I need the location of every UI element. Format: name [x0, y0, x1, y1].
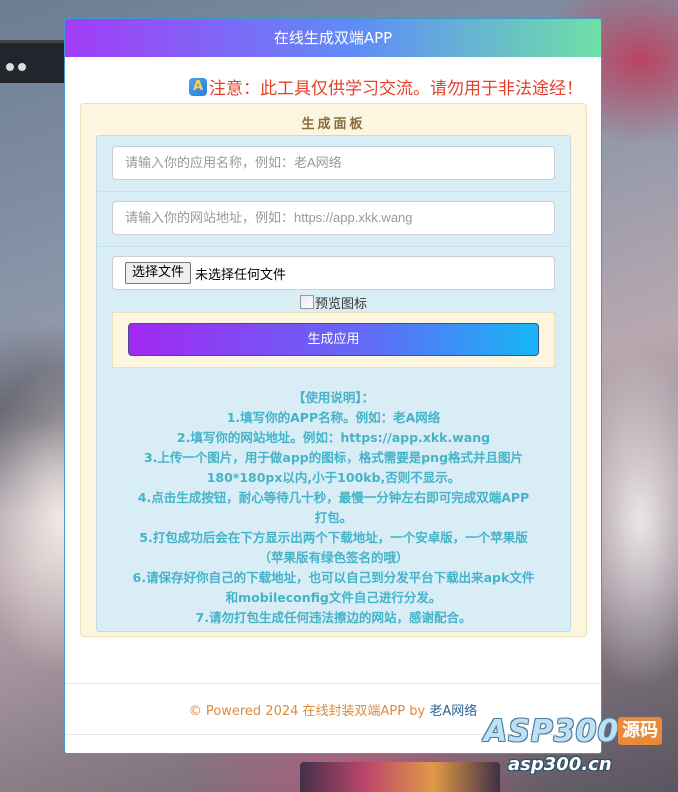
instruction-line: 和mobileconfig文件自己进行分发。 [225, 590, 442, 605]
submit-area: 生成应用 [112, 312, 555, 368]
background-keyboard [300, 762, 500, 792]
generate-app-button[interactable]: 生成应用 [128, 323, 539, 356]
watermark-url: asp300.cn [508, 754, 612, 775]
generator-card: 在线生成双端APP A 注意：此工具仅供学习交流。请勿用于非法途经！ 生成面板 … [64, 18, 602, 754]
app-name-row: 请输入你的应用名称，例如：老A网络 [97, 136, 570, 192]
broken-image-icon [299, 295, 314, 309]
footer-divider [65, 683, 601, 684]
background-monitor [0, 40, 70, 83]
icon-file-input[interactable]: 选择文件 未选择任何文件 [112, 256, 555, 290]
instruction-line: （苹果版有绿色签名的哦） [258, 550, 409, 565]
instruction-line: 3.上传一个图片，用于做app的图标，格式需要是png格式并且图片 [143, 450, 524, 465]
instruction-line: 1.填写你的APP名称。例如：老A网络 [226, 410, 441, 425]
generate-panel: 生成面板 请输入你的应用名称，例如：老A网络 请输入你的网站地址，例如：http… [80, 103, 587, 637]
panel-body: 请输入你的应用名称，例如：老A网络 请输入你的网站地址，例如：https://a… [96, 135, 571, 632]
instruction-line: 7.请勿打包生成任何违法擦边的网站，感谢配合。 [195, 610, 472, 625]
footer-author-link[interactable]: 老A网络 [429, 704, 477, 719]
app-name-input[interactable]: 请输入你的应用名称，例如：老A网络 [112, 146, 555, 180]
instruction-line: 【使用说明】： [292, 390, 375, 405]
instruction-line: 打包。 [314, 510, 353, 525]
page-title: 在线生成双端APP [65, 19, 601, 57]
file-status-text: 未选择任何文件 [195, 267, 287, 283]
usage-instructions: 【使用说明】： 1.填写你的APP名称。例如：老A网络 2.填写你的网站地址。例… [97, 388, 570, 628]
choose-file-button[interactable]: 选择文件 [125, 262, 192, 284]
instruction-line: 180*180px以内,小于100kb,否则不显示。 [206, 470, 461, 485]
icon-preview: 预览图标 [97, 293, 570, 312]
watermark-logo-text: ASP300 [484, 714, 620, 749]
warning-text: 注意：此工具仅供学习交流。请勿用于非法途经！ [209, 79, 583, 99]
instruction-line: 2.填写你的网站地址。例如：https://app.xkk.wang [176, 430, 491, 445]
icon-upload-row: 选择文件 未选择任何文件 [97, 256, 570, 292]
instruction-line: 5.打包成功后会在下方显示出两个下载地址，一个安卓版，一个苹果版 [139, 530, 528, 545]
instruction-line: 4.点击生成按钮，耐心等待几十秒，最慢一分钟左右即可完成双端APP [137, 490, 530, 505]
preview-alt-text: 预览图标 [314, 297, 367, 312]
site-url-input[interactable]: 请输入你的网站地址，例如：https://app.xkk.wang [112, 201, 555, 235]
a-badge-icon: A [189, 77, 207, 96]
warning-notice: A 注意：此工具仅供学习交流。请勿用于非法途经！ [189, 74, 583, 99]
watermark-tag: 源码 [618, 717, 662, 745]
panel-title: 生成面板 [301, 117, 366, 132]
instruction-line: 6.请保存好你自己的下载地址，也可以自己到分发平台下载出来apk文件 [132, 570, 535, 585]
site-watermark: ASP300 源码 asp300.cn [484, 714, 674, 784]
footer-text: © Powered 2024 在线封装双端APP by [188, 704, 430, 719]
site-url-row: 请输入你的网站地址，例如：https://app.xkk.wang [97, 191, 570, 247]
